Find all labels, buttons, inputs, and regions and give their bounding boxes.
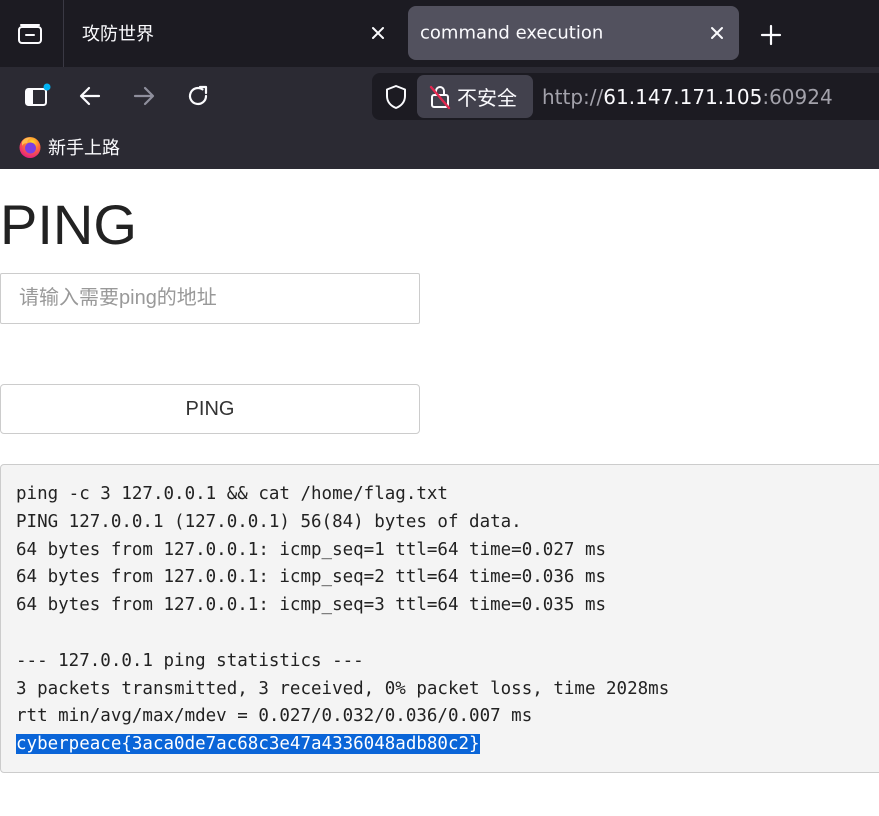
reload-button[interactable] bbox=[181, 79, 215, 113]
back-button[interactable] bbox=[73, 79, 107, 113]
output-line: 3 packets transmitted, 3 received, 0% pa… bbox=[16, 678, 670, 699]
close-icon bbox=[372, 27, 384, 39]
url-scheme: http:// bbox=[542, 84, 604, 109]
tab-list-icon bbox=[18, 24, 42, 44]
output-line: --- 127.0.0.1 ping statistics --- bbox=[16, 650, 364, 671]
tab-title: 攻防世界 bbox=[82, 24, 154, 45]
output-line: 64 bytes from 127.0.0.1: icmp_seq=1 ttl=… bbox=[16, 539, 607, 560]
close-icon bbox=[711, 27, 723, 39]
firefox-icon bbox=[19, 137, 41, 158]
output-line: 64 bytes from 127.0.0.1: icmp_seq=2 ttl=… bbox=[16, 567, 607, 588]
flag-line: cyberpeace{3aca0de7ac68c3e47a4336048adb8… bbox=[16, 731, 879, 759]
tab-bar: 攻防世界 command execution bbox=[0, 0, 879, 67]
bookmark-getting-started[interactable]: 新手上路 bbox=[18, 133, 120, 161]
reload-icon bbox=[188, 85, 208, 106]
sidebar-icon bbox=[25, 83, 51, 106]
url-bar[interactable]: 不安全 http://61.147.171.105:60924 bbox=[372, 73, 879, 120]
tab-command-execution[interactable]: command execution bbox=[408, 6, 739, 60]
navigation-toolbar: 不安全 http://61.147.171.105:60924 bbox=[0, 67, 879, 125]
arrow-right-icon bbox=[133, 86, 155, 106]
tab-close-button[interactable] bbox=[705, 21, 729, 45]
url-text[interactable]: http://61.147.171.105:60924 bbox=[542, 85, 833, 109]
arrow-left-icon bbox=[79, 86, 101, 106]
output-line: 64 bytes from 127.0.0.1: icmp_seq=3 ttl=… bbox=[16, 595, 607, 616]
shield-icon bbox=[386, 85, 406, 109]
selected-flag-text[interactable]: cyberpeace{3aca0de7ac68c3e47a4336048adb8… bbox=[16, 734, 480, 755]
insecure-label: 不安全 bbox=[457, 86, 517, 110]
bookmark-label: 新手上路 bbox=[48, 138, 120, 159]
page-content: PING PING ping -c 3 127.0.0.1 && cat /ho… bbox=[0, 169, 879, 816]
tab-list-button[interactable] bbox=[12, 18, 48, 50]
forward-button[interactable] bbox=[127, 79, 161, 113]
ping-button[interactable]: PING bbox=[0, 384, 420, 434]
url-host: 61.147.171.105 bbox=[603, 84, 763, 109]
tracking-protection-button[interactable] bbox=[382, 83, 410, 111]
site-security-button[interactable]: 不安全 bbox=[417, 75, 533, 118]
tab-gongfang[interactable]: 攻防世界 bbox=[64, 6, 400, 60]
page-title: PING bbox=[0, 193, 137, 256]
output-line: PING 127.0.0.1 (127.0.0.1) 56(84) bytes … bbox=[16, 511, 522, 532]
tab-close-button[interactable] bbox=[366, 21, 390, 45]
url-port: :60924 bbox=[762, 84, 833, 109]
ping-address-input[interactable] bbox=[0, 273, 420, 324]
tab-title: command execution bbox=[420, 22, 604, 44]
output-line: rtt min/avg/max/mdev = 0.027/0.032/0.036… bbox=[16, 706, 533, 727]
bookmarks-toolbar: 新手上路 bbox=[0, 125, 879, 169]
sidebar-button[interactable] bbox=[20, 79, 54, 113]
insecure-lock-icon bbox=[427, 84, 453, 110]
output-line: ping -c 3 127.0.0.1 && cat /home/flag.tx… bbox=[16, 484, 448, 504]
plus-icon bbox=[760, 24, 782, 46]
command-output: ping -c 3 127.0.0.1 && cat /home/flag.tx… bbox=[0, 464, 879, 773]
new-tab-button[interactable] bbox=[754, 18, 788, 52]
